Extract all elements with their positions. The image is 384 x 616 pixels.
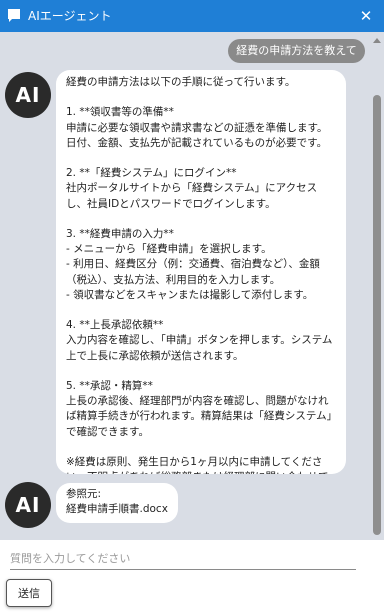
ai-avatar: AI xyxy=(5,72,51,118)
chat-bubble-icon xyxy=(8,9,20,22)
ai-answer-message: 経費の申請方法は以下の手順に従って行います。 1. **領収書等の準備** 申請… xyxy=(56,70,346,474)
user-message: 経費の申請方法を教えて xyxy=(228,39,365,63)
window-title: AIエージェント xyxy=(28,9,112,23)
ai-avatar: AI xyxy=(5,482,51,528)
question-input[interactable] xyxy=(10,548,356,570)
scrollbar-thumb[interactable] xyxy=(373,95,381,535)
ai-reference-message: 参照元: 経費申請手順書.docx xyxy=(56,483,178,523)
chat-header: AIエージェント ✕ xyxy=(0,0,384,32)
send-button[interactable]: 送信 xyxy=(6,579,52,607)
close-icon[interactable]: ✕ xyxy=(356,6,376,26)
scroll-up-arrow-icon[interactable] xyxy=(373,38,381,43)
